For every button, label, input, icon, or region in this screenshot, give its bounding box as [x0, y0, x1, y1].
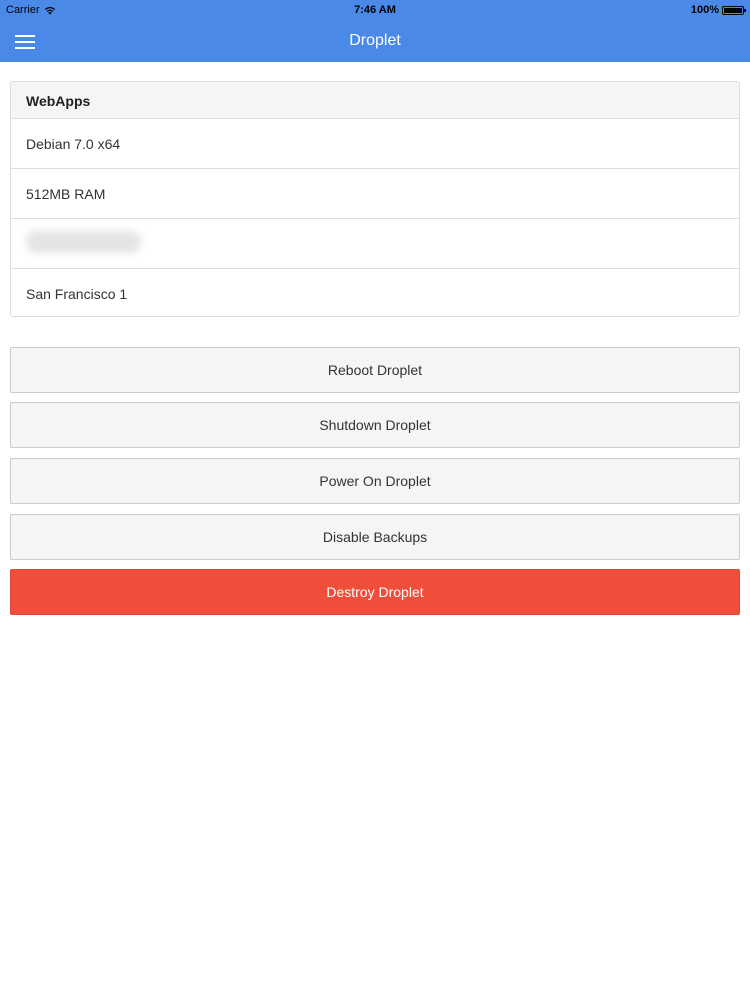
power-on-droplet-button[interactable]: Power On Droplet — [10, 458, 740, 504]
droplet-image: Debian 7.0 x64 — [11, 119, 739, 169]
status-bar: Carrier 7:46 AM 100% — [0, 0, 750, 21]
battery-percent: 100% — [690, 4, 719, 16]
nav-bar: Droplet — [0, 21, 750, 62]
disable-backups-button[interactable]: Disable Backups — [10, 514, 740, 560]
reboot-droplet-button[interactable]: Reboot Droplet — [10, 347, 740, 393]
droplet-ip-address — [11, 219, 739, 269]
battery-indicator: 100% — [690, 4, 746, 16]
droplet-region: San Francisco 1 — [26, 286, 128, 302]
droplet-info-panel: WebApps Debian 7.0 x64 512MB RAM San Fra… — [10, 81, 740, 317]
redacted-ip-placeholder — [26, 231, 141, 253]
battery-icon — [722, 5, 746, 15]
destroy-droplet-button[interactable]: Destroy Droplet — [10, 569, 740, 615]
droplet-name: WebApps — [11, 82, 739, 119]
page-title: Droplet — [349, 32, 401, 49]
status-time: 7:46 AM — [354, 4, 396, 16]
shutdown-droplet-button[interactable]: Shutdown Droplet — [10, 402, 740, 448]
droplet-size: 512MB RAM — [11, 169, 739, 219]
